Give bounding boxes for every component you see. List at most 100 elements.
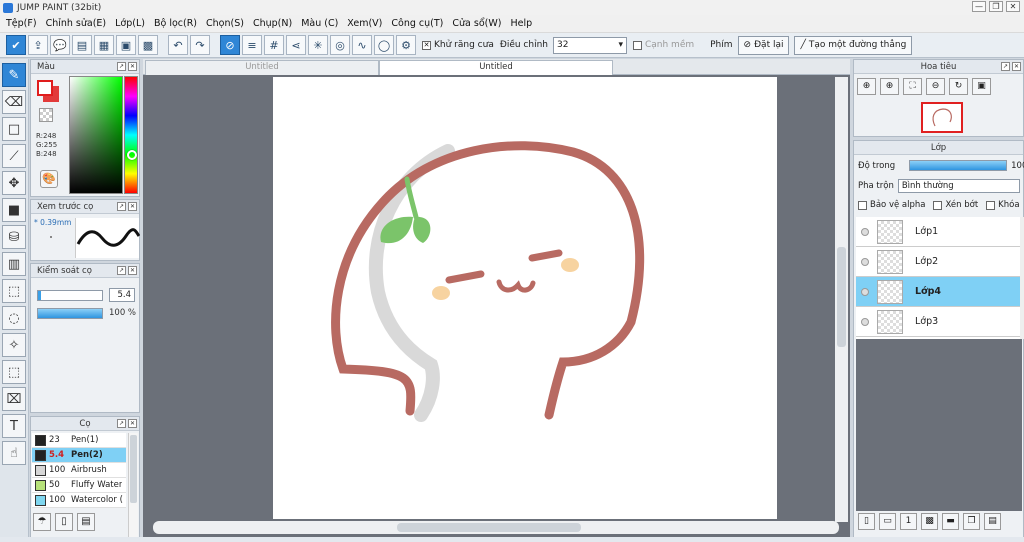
close-icon[interactable]: ✕ — [128, 266, 137, 275]
minimize-button[interactable]: — — [972, 1, 986, 12]
select-pen-tool-icon[interactable]: ⬚ — [2, 360, 26, 384]
zoom-in-icon[interactable]: ⊕ — [880, 78, 899, 95]
brush-material-icon[interactable]: ☂ — [33, 513, 51, 531]
curve-ruler-icon[interactable]: ∿ — [352, 35, 372, 55]
parallel-ruler-icon[interactable]: ≡ — [242, 35, 262, 55]
adjust-select[interactable]: 32 ▾ — [552, 36, 627, 54]
undo-icon[interactable]: ↶ — [168, 35, 188, 55]
visibility-eye-icon[interactable] — [861, 227, 869, 236]
export-icon[interactable]: ⇪ — [28, 35, 48, 55]
tab-untitled-1[interactable]: Untitled — [145, 60, 379, 75]
folder-icon[interactable]: ▬ — [942, 513, 959, 530]
magic-wand-tool-icon[interactable]: ✧ — [2, 333, 26, 357]
brush-list-scrollbar[interactable] — [128, 433, 138, 537]
grid-layout-icon[interactable]: ▩ — [138, 35, 158, 55]
lasso-tool-icon[interactable]: ◌ — [2, 306, 26, 330]
menu-view[interactable]: Xem(V) — [345, 18, 389, 29]
menu-filter[interactable]: Bộ lọc(R) — [152, 18, 204, 29]
menu-tools[interactable]: Công cụ(T) — [389, 18, 450, 29]
bucket-tool-icon[interactable]: ⛁ — [2, 225, 26, 249]
layer-numbers-icon[interactable]: 1 — [900, 513, 917, 530]
navigator-thumbnail[interactable] — [921, 102, 963, 133]
transparent-color-swatch[interactable] — [39, 108, 53, 122]
rectangle-tool-icon[interactable]: □ — [2, 117, 26, 141]
new-brush-icon[interactable]: ▯ — [55, 513, 73, 531]
menu-capture[interactable]: Chụp(N) — [251, 18, 299, 29]
close-icon[interactable]: ✕ — [128, 62, 137, 71]
operation-tool-icon[interactable]: ☝ — [2, 441, 26, 465]
redo-icon[interactable]: ↷ — [190, 35, 210, 55]
zoom-out-icon[interactable]: ⊖ — [926, 78, 945, 95]
brush-item[interactable]: 50 Fluffy Water — [32, 478, 126, 493]
menu-help[interactable]: Help — [508, 18, 539, 29]
canvas-vertical-scrollbar[interactable] — [835, 77, 848, 522]
layer-opacity-slider[interactable] — [909, 160, 1008, 171]
actual-size-icon[interactable]: ▣ — [972, 78, 991, 95]
blend-mode-select[interactable]: Bình thường — [897, 179, 1020, 193]
concentric-ruler-icon[interactable]: ◎ — [330, 35, 350, 55]
eraser-tool-icon[interactable]: ⌫ — [2, 90, 26, 114]
undock-icon[interactable]: ↗ — [117, 419, 126, 428]
undock-icon[interactable]: ↗ — [1001, 62, 1010, 71]
brush-item[interactable]: 100 Airbrush — [32, 463, 126, 478]
menu-color[interactable]: Màu (C) — [299, 18, 345, 29]
straight-line-button[interactable]: ╱ Tạo một đường thẳng — [794, 35, 913, 55]
close-icon[interactable]: ✕ — [128, 419, 137, 428]
select-rect-tool-icon[interactable]: ⬚ — [2, 279, 26, 303]
brush-item[interactable]: 23 Pen(1) — [32, 433, 126, 448]
menu-select[interactable]: Chọn(S) — [204, 18, 251, 29]
layer-row[interactable]: Lớp2 — [856, 247, 1020, 277]
select-eraser-tool-icon[interactable]: ⌧ — [2, 387, 26, 411]
fill-rect-tool-icon[interactable]: ■ — [2, 198, 26, 222]
close-button[interactable]: ✕ — [1006, 1, 1020, 12]
ellipse-ruler-icon[interactable]: ◯ — [374, 35, 394, 55]
antialias-checkbox[interactable]: ✕ Khử răng cưa — [422, 40, 494, 50]
hue-slider[interactable] — [124, 76, 138, 194]
rotate-icon[interactable]: ↻ — [949, 78, 968, 95]
visibility-eye-icon[interactable] — [861, 257, 869, 266]
drawing-canvas[interactable] — [273, 77, 777, 519]
lock-checkbox[interactable]: Khóa — [986, 200, 1020, 210]
speech-bubble-icon[interactable]: 💬 — [50, 35, 70, 55]
undock-icon[interactable]: ↗ — [117, 62, 126, 71]
close-icon[interactable]: ✕ — [128, 202, 137, 211]
tab-untitled-2[interactable]: Untitled — [379, 60, 613, 75]
undock-icon[interactable]: ↗ — [117, 266, 126, 275]
hue-knob[interactable] — [127, 150, 137, 160]
line-tool-icon[interactable]: ⟋ — [2, 144, 26, 168]
menu-edit[interactable]: Chỉnh sửa(E) — [44, 18, 114, 29]
zoom-fit-icon[interactable]: ⊕ — [857, 78, 876, 95]
fit-window-icon[interactable]: ⛶ — [903, 78, 922, 95]
layer-row[interactable]: Lớp1 — [856, 217, 1020, 247]
radial-ruler-icon[interactable]: ✳ — [308, 35, 328, 55]
menu-layer[interactable]: Lớp(L) — [113, 18, 152, 29]
duplicate-layer-icon[interactable]: ❐ — [963, 513, 980, 530]
visibility-eye-icon[interactable] — [861, 317, 869, 326]
brush-size-slider[interactable] — [37, 290, 103, 301]
menu-file[interactable]: Tệp(F) — [4, 18, 44, 29]
new-layer-icon[interactable]: ▯ — [858, 513, 875, 530]
brush-menu-icon[interactable]: ▤ — [77, 513, 95, 531]
clip-checkbox[interactable]: Xén bớt — [933, 200, 978, 210]
gradient-tool-icon[interactable]: ▥ — [2, 252, 26, 276]
move-tool-icon[interactable]: ✥ — [2, 171, 26, 195]
no-ruler-icon[interactable]: ⊘ — [220, 35, 240, 55]
visibility-eye-icon[interactable] — [861, 287, 869, 296]
page-icon[interactable]: ▦ — [94, 35, 114, 55]
layer-menu-icon[interactable]: ▤ — [984, 513, 1001, 530]
restore-button[interactable]: ❐ — [989, 1, 1003, 12]
settings-check-icon[interactable]: ✔ — [6, 35, 26, 55]
screentone-layer-icon[interactable]: ▩ — [921, 513, 938, 530]
undock-icon[interactable]: ↗ — [117, 202, 126, 211]
menu-window[interactable]: Cửa sổ(W) — [450, 18, 508, 29]
layout-icon[interactable]: ▣ — [116, 35, 136, 55]
pen-tool-icon[interactable]: ✎ — [2, 63, 26, 87]
palette-icon[interactable]: 🎨 — [40, 170, 58, 188]
reset-button[interactable]: ⊘ Đặt lại — [737, 35, 790, 55]
brush-size-value[interactable]: 5.4 — [109, 288, 135, 302]
brush-item[interactable]: 5.4 Pen(2) — [32, 448, 126, 463]
saturation-value-picker[interactable] — [69, 76, 123, 194]
ruler-settings-icon[interactable]: ⚙ — [396, 35, 416, 55]
brush-opacity-slider[interactable] — [37, 308, 103, 319]
canvas-horizontal-scrollbar[interactable] — [153, 521, 839, 534]
